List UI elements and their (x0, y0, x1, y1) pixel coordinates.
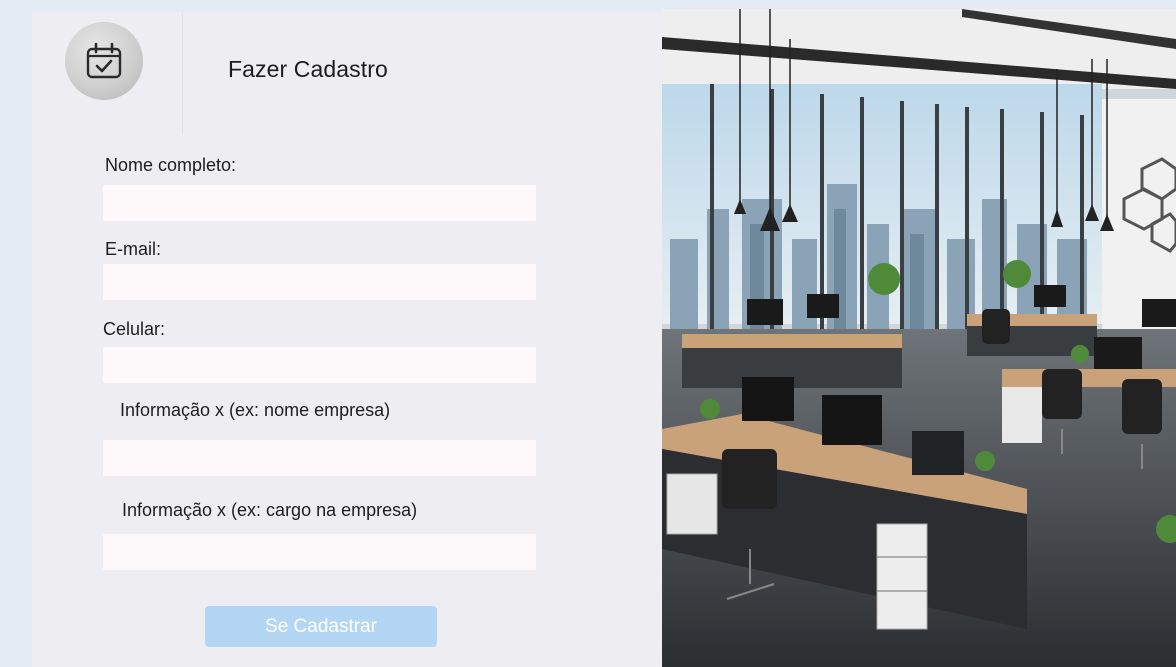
company-name-input[interactable] (103, 440, 536, 476)
job-title-label: Informação x (ex: cargo na empresa) (122, 500, 418, 520)
header-divider (182, 12, 183, 134)
email-label: E-mail: (105, 239, 162, 259)
signup-page: Fazer Cadastro Nome completo: E-mail: Ce… (0, 0, 1176, 667)
phone-input[interactable] (103, 347, 536, 383)
page-title: Fazer Cadastro (228, 56, 388, 82)
signup-button[interactable]: Se Cadastrar (205, 606, 437, 647)
signup-form-panel: Fazer Cadastro Nome completo: E-mail: Ce… (32, 12, 662, 667)
phone-label: Celular: (103, 319, 166, 339)
office-illustration (662, 9, 1176, 667)
office-photo (662, 9, 1176, 667)
full-name-input[interactable] (103, 185, 536, 221)
company-name-label: Informação x (ex: nome empresa) (120, 400, 391, 420)
email-input[interactable] (103, 264, 536, 300)
calendar-check-icon (86, 42, 122, 79)
full-name-label: Nome completo: (105, 155, 237, 175)
job-title-input[interactable] (103, 534, 536, 570)
logo-badge (65, 22, 143, 100)
